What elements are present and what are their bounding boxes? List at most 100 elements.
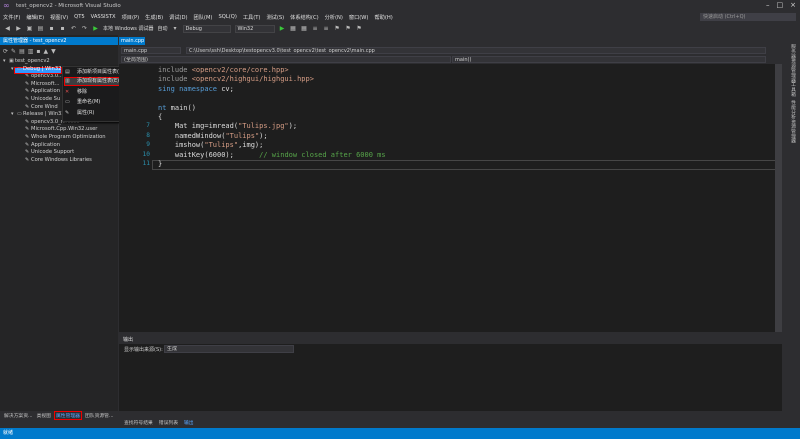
scope-select[interactable]: (全局范围) (121, 56, 451, 63)
line-number: 10 (142, 150, 150, 158)
menu-item[interactable]: VASSISTX (88, 14, 119, 20)
panel-tab[interactable]: 团队资源管... (84, 412, 115, 419)
bookmark-prev-icon[interactable]: ⚑ (345, 25, 352, 32)
side-tab[interactable]: 性能分析资源管理器 (788, 100, 796, 143)
code-token: nt (158, 103, 171, 112)
add-existing-icon[interactable]: ▥ (28, 48, 34, 55)
tree-item[interactable]: ▾ ▭Debug | Win32 (0, 65, 118, 73)
debug-mode-select[interactable]: 自动 (158, 25, 168, 32)
code-line[interactable]: imshow("Tulips",img); (158, 141, 264, 150)
code-line[interactable]: Mat img=imread("Tulips.jpg"); (158, 122, 297, 131)
code-line[interactable]: include <opencv2/highgui/highgui.hpp> (158, 75, 314, 84)
code-line[interactable]: nt main() (158, 104, 196, 113)
save-icon[interactable]: ▪ (36, 48, 40, 55)
code-token: ); (259, 131, 268, 140)
code-line[interactable]: sing namespace cv; (158, 85, 234, 94)
refresh-icon[interactable]: ⟳ (3, 48, 8, 55)
file-select[interactable]: main.cpp (121, 47, 181, 54)
vertical-scrollbar[interactable] (775, 64, 782, 332)
toolbar: ◀ ▶ ▣ ▤ ▪ ▪ ↶ ↷ ▶ 本地 Windows 调试器 自动 ▾ De… (0, 22, 800, 35)
menu-item[interactable]: 文件(F) (0, 14, 23, 21)
menu-item[interactable]: 编辑(E) (23, 14, 47, 21)
menu-item[interactable]: QT5 (71, 14, 88, 20)
bookmark-next-icon[interactable]: ⚑ (356, 25, 363, 32)
tree-item-label: Release | Win32 (23, 111, 65, 118)
line-number: 11 (142, 160, 150, 167)
tree-item[interactable]: ✎ Core Windows Libraries (0, 156, 118, 164)
output-source-select[interactable]: 生成 (164, 345, 294, 353)
minimize-icon[interactable]: – (766, 1, 770, 11)
line-number: 9 (146, 141, 150, 149)
forward-icon[interactable]: ▶ (15, 25, 22, 32)
output-tab[interactable]: 查找符号结果 (123, 419, 154, 426)
line-number: 7 (146, 122, 150, 130)
menu-item[interactable]: 测试(S) (263, 14, 287, 21)
wrench-icon[interactable]: ✎ (11, 48, 16, 55)
configuration-select[interactable]: Debug (182, 24, 231, 33)
code-line[interactable]: { (158, 113, 162, 122)
output-tab[interactable]: 错误列表 (158, 419, 179, 426)
toolbar-icon[interactable]: ▦ (301, 25, 308, 32)
side-tab[interactable]: 工具箱 (788, 82, 796, 96)
code-token: "Tulips" (225, 131, 260, 140)
tree-item-label: Unicode Support (31, 149, 75, 156)
code-line[interactable]: include <opencv2/core/core.hpp> (158, 66, 289, 75)
close-icon[interactable]: × (790, 1, 796, 11)
run-icon[interactable]: ▶ (279, 25, 286, 32)
quick-launch-input[interactable]: 快速启动 (Ctrl+Q) (700, 13, 796, 21)
open-icon[interactable]: ▤ (37, 25, 44, 32)
chevron-down-icon[interactable]: ▾ (172, 25, 179, 32)
undo-icon[interactable]: ↶ (70, 25, 77, 32)
context-menu-label: 属性(R) (77, 110, 95, 116)
tree-item-label: Microsoft... (31, 80, 60, 87)
down-icon[interactable]: ▼ (51, 48, 56, 55)
menu-item[interactable]: 视图(V) (47, 14, 71, 21)
tab-main-cpp[interactable]: main.cpp (119, 37, 145, 45)
context-menu-label: 移除 (77, 89, 88, 95)
panel-tab[interactable]: 类视图 (36, 412, 52, 419)
menu-item[interactable]: 工具(T) (240, 14, 264, 21)
comment-icon[interactable]: ≡ (312, 25, 319, 32)
save-icon[interactable]: ▪ (48, 25, 55, 32)
back-icon[interactable]: ◀ (4, 25, 11, 32)
code-token: <opencv2/highgui/highgui.hpp> (191, 75, 314, 84)
menu-item[interactable]: 调试(D) (166, 14, 190, 21)
code-line[interactable]: waitKey(6000); // window closed after 60… (158, 151, 386, 160)
output-title: 输出 (119, 336, 782, 344)
new-project-icon[interactable]: ▣ (26, 25, 33, 32)
current-line-highlight (152, 160, 782, 170)
tree-item-label: test_opencv2 (15, 58, 50, 64)
menu-item[interactable]: 体系结构(C) (287, 14, 321, 21)
panel-tab[interactable]: 解决方案资... (3, 412, 34, 419)
property-manager-toolbar: ⟳ ✎ ▤ ▥ ▪ ▲ ▼ (0, 46, 118, 56)
code-area[interactable] (119, 64, 782, 332)
add-sheet-icon[interactable]: ▤ (19, 48, 25, 55)
tree-item-label: Whole Program Optimization (31, 134, 106, 140)
platform-select[interactable]: Win32 (234, 24, 275, 33)
maximize-icon[interactable]: □ (777, 1, 784, 11)
code-line[interactable]: namedWindow("Tulips"); (158, 132, 268, 141)
side-tab[interactable]: 服务器资源管理器 (788, 44, 796, 82)
output-tab[interactable]: 输出 (183, 419, 195, 426)
output-tabs: 查找符号结果 错误列表 输出 (119, 418, 782, 427)
bookmark-icon[interactable]: ⚑ (334, 25, 341, 32)
save-all-icon[interactable]: ▪ (59, 25, 66, 32)
path-select[interactable]: C:\Users\ssh\Desktop\testopencv3.0\test_… (186, 47, 766, 54)
up-icon[interactable]: ▲ (43, 48, 48, 55)
start-debugging-icon[interactable]: ▶ (92, 25, 99, 32)
menu-item[interactable]: 生成(B) (142, 14, 166, 21)
line-number: 8 (146, 131, 150, 139)
menu-item[interactable]: 团队(M) (191, 14, 216, 21)
uncomment-icon[interactable]: ≡ (323, 25, 330, 32)
function-select[interactable]: main() (452, 56, 766, 63)
menu-item[interactable]: 分析(N) (322, 14, 346, 21)
menu-item[interactable]: 窗口(W) (346, 14, 372, 21)
code-line[interactable]: } (158, 160, 162, 169)
menu-item[interactable]: SQL(Q) (215, 14, 239, 20)
debugger-button[interactable]: 本地 Windows 调试器 (103, 25, 154, 32)
toolbar-icon[interactable]: ▦ (290, 25, 297, 32)
redo-icon[interactable]: ↷ (81, 25, 88, 32)
tab-property-manager[interactable]: 属性管理器 (53, 411, 82, 420)
menu-item[interactable]: 项目(P) (119, 14, 143, 21)
menu-item[interactable]: 帮助(H) (371, 14, 395, 21)
